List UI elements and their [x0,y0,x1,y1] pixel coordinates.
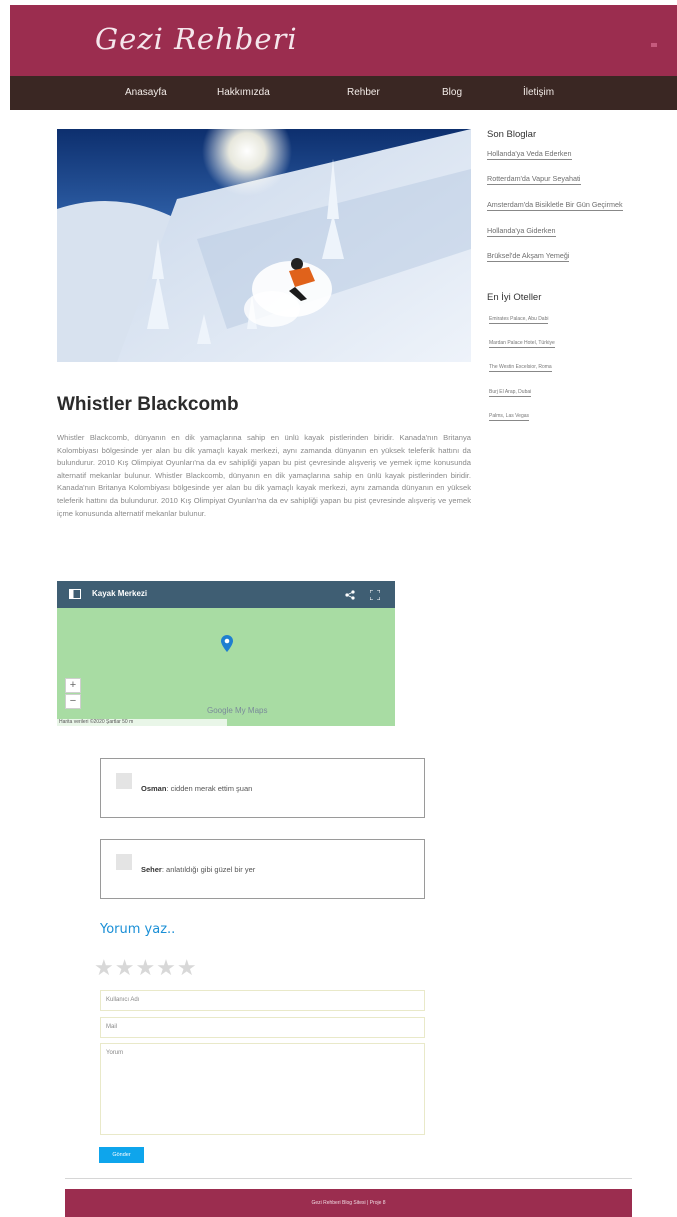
comment-author: Seher [141,865,162,874]
embedded-map[interactable]: Kayak Merkezi + − Google My Maps Harita … [57,581,395,726]
map-toolbar: Kayak Merkezi [57,581,395,608]
avatar [116,854,132,870]
star-rating[interactable]: ★★★★★ [94,955,198,981]
post-body: Whistler Blackcomb, dünyanın en dik yama… [57,433,471,518]
username-field[interactable]: Kullanıcı Adı [100,990,425,1011]
map-attribution[interactable]: Harita verileri ©2020 Şartlar 50 m [57,719,227,726]
hero-image [57,129,471,362]
sidebar-hotel-link[interactable]: The Westin Excelsior, Roma [489,364,552,372]
map-pin-icon[interactable] [221,635,233,652]
mail-field[interactable]: Mail [100,1017,425,1038]
fullscreen-icon[interactable] [370,590,380,600]
comment-text: Seher: anlatıldığı gibi güzel bir yer [141,865,255,874]
sidebar-hotel-link[interactable]: Emirates Palace, Abu Dabi [489,316,549,324]
comment-field[interactable]: Yorum [100,1043,425,1135]
map-menu-icon[interactable] [69,589,81,599]
site-title[interactable]: Gezi Rehberi [95,22,298,56]
comment-card: Seher: anlatıldığı gibi güzel bir yer [100,839,425,899]
zoom-in-button[interactable]: + [65,678,81,693]
map-brand: Google My Maps [207,706,268,715]
sidebar-blog-link[interactable]: Hollanda'ya Veda Ederken [487,149,572,160]
comment-text: Osman: cidden merak ettim şuan [141,784,252,793]
sidebar-hotel-link[interactable]: Palms, Las Vegas [489,413,530,421]
nav-item-iletisim[interactable]: İletişim [523,87,554,98]
sidebar-blog-link[interactable]: Hollanda'ya Giderken [487,226,556,237]
submit-button[interactable]: Gönder [99,1147,144,1163]
avatar [116,773,132,789]
comment-body: : cidden merak ettim şuan [166,784,253,793]
sidebar-blog-link[interactable]: Rotterdam'da Vapur Seyahati [487,174,581,185]
sidebar-blog-link[interactable]: Amsterdam'da Bisikletle Bir Gün Geçirmek [487,200,623,211]
sidebar-blog-link[interactable]: Brüksel'de Akşam Yemeği [487,251,570,262]
nav-item-anasayfa[interactable]: Anasayfa [125,87,167,98]
post-title: Whistler Blackcomb [57,394,239,415]
comment-card: Osman: cidden merak ettim şuan [100,758,425,818]
nav-item-hakkimizda[interactable]: Hakkımızda [217,87,270,98]
sidebar-hotels-heading: En İyi Oteller [487,292,542,303]
map-title[interactable]: Kayak Merkezi [92,589,147,598]
nav-item-rehber[interactable]: Rehber [347,87,380,98]
zoom-out-button[interactable]: − [65,694,81,709]
nav-item-blog[interactable]: Blog [442,87,462,98]
comment-body: : anlatıldığı gibi güzel bir yer [161,865,256,874]
footer-divider [65,1178,632,1179]
comment-author: Osman [141,784,167,793]
sidebar-blogs-heading: Son Bloglar [487,129,537,140]
main-nav: Anasayfa Hakkımızda Rehber Blog İletişim [10,76,677,110]
comment-form-title: Yorum yaz.. [100,922,176,937]
sidebar-hotel-link[interactable]: Mardan Palace Hotel, Türkiye [489,340,555,348]
site-footer: Gezi Rehberi Blog Sitesi | Proje 8 [65,1189,632,1217]
sidebar-hotel-link[interactable]: Burj El Arap, Dubai [489,389,532,397]
menu-icon[interactable] [651,43,657,47]
site-header: Gezi Rehberi [10,5,677,76]
share-icon[interactable] [345,590,355,600]
